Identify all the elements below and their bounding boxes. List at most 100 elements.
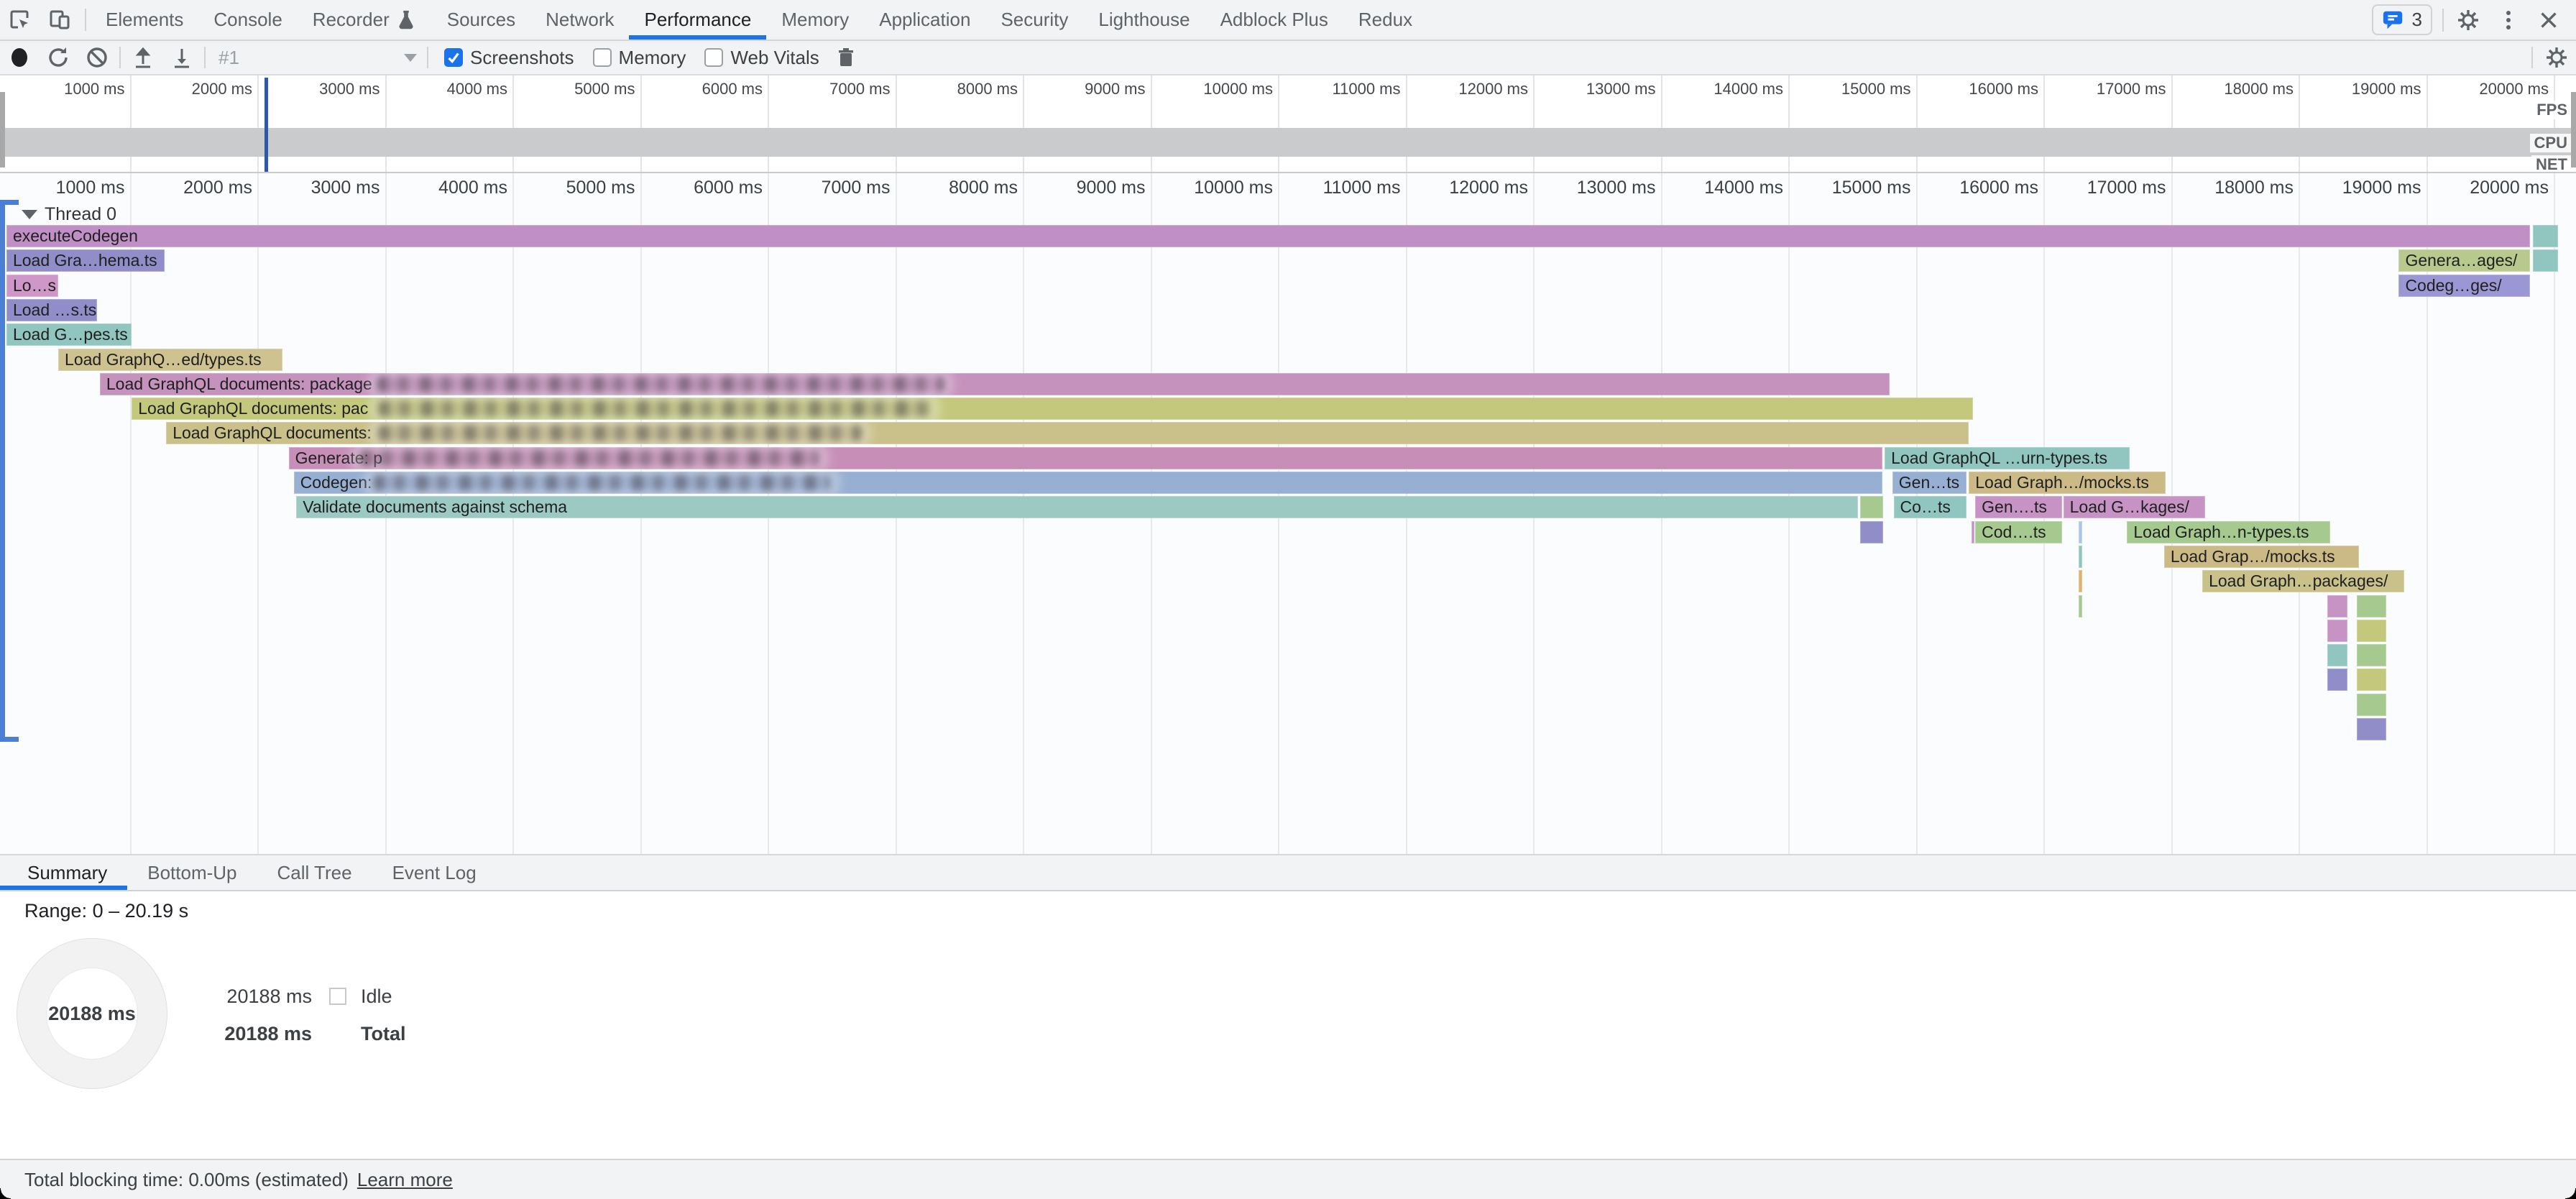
tab-console[interactable]: Console	[198, 0, 297, 40]
flame-bar[interactable]	[2079, 521, 2082, 543]
tab-label: Sources	[447, 9, 515, 31]
flame-bar[interactable]	[2533, 249, 2559, 272]
flame-bar[interactable]	[2327, 644, 2347, 666]
checkbox-screenshots[interactable]: Screenshots	[444, 47, 574, 69]
flame-bar-load-graphq-ed-types-ts[interactable]: Load GraphQ…ed/types.ts	[58, 349, 282, 371]
device-toolbar-button[interactable]	[40, 0, 80, 40]
flame-bar-codegen[interactable]: Codegen:	[294, 472, 1882, 494]
flame-bar-co-ts[interactable]: Co…ts	[1894, 496, 1966, 518]
tab-application[interactable]: Application	[864, 0, 985, 40]
flame-bar-gen-ts[interactable]: Gen….ts	[1975, 496, 2062, 518]
ruler-tick-label: 2000 ms	[134, 178, 252, 198]
divider	[427, 47, 428, 68]
tab-security[interactable]: Security	[985, 0, 1083, 40]
delete-recording-button[interactable]	[827, 40, 865, 75]
detail-tab-summary[interactable]: Summary	[0, 855, 127, 890]
inspect-element-button[interactable]	[0, 0, 40, 40]
tab-elements[interactable]: Elements	[91, 0, 198, 40]
reload-and-record-button[interactable]	[39, 40, 78, 75]
timeline-overview[interactable]: 1000 ms2000 ms3000 ms4000 ms5000 ms6000 …	[0, 75, 2576, 173]
record-button[interactable]	[0, 40, 39, 75]
flame-bar[interactable]	[1860, 496, 1883, 518]
ruler-tick-label: 1000 ms	[6, 178, 125, 198]
flame-bar-load-grap-mocks-ts[interactable]: Load Grap…/mocks.ts	[2164, 546, 2360, 568]
checkbox-web-vitals[interactable]: Web Vitals	[704, 47, 819, 69]
detail-tab-bottom-up[interactable]: Bottom-Up	[127, 855, 257, 890]
checkbox-memory[interactable]: Memory	[593, 47, 686, 69]
flame-bar[interactable]	[2357, 669, 2386, 691]
flame-bar[interactable]	[2357, 620, 2386, 642]
flame-bar-load-graphql-documents-pac[interactable]: Load GraphQL documents: pac	[132, 398, 1972, 420]
flame-bar[interactable]	[1972, 521, 1974, 543]
flame-bar-gen-ts[interactable]: Gen…ts	[1892, 472, 1966, 494]
flame-bar[interactable]	[2533, 225, 2559, 247]
flame-bar-load-graph-n-types-ts[interactable]: Load Graph…n-types.ts	[2127, 521, 2329, 543]
close-devtools-button[interactable]	[2529, 8, 2569, 32]
flame-bar-load-graphql-documents-package[interactable]: Load GraphQL documents: package	[100, 373, 1890, 395]
tab-redux[interactable]: Redux	[1343, 0, 1427, 40]
tab-network[interactable]: Network	[530, 0, 629, 40]
flame-bar-executecodegen[interactable]: executeCodegen	[6, 225, 2530, 247]
flame-bar[interactable]	[2357, 718, 2386, 740]
flame-bar[interactable]	[2357, 595, 2386, 617]
flame-bar[interactable]	[2327, 595, 2347, 617]
flame-bar[interactable]	[2327, 669, 2347, 691]
web vitals-checkbox-box[interactable]	[704, 48, 723, 67]
flame-bar-load-graph-mocks-ts[interactable]: Load Graph…/mocks.ts	[1969, 472, 2165, 494]
flame-bar-load-g-pes-ts[interactable]: Load G…pes.ts	[6, 323, 132, 346]
flame-chart[interactable]: 1000 ms2000 ms3000 ms4000 ms5000 ms6000 …	[0, 173, 2576, 854]
thread-header[interactable]: Thread 0	[22, 203, 116, 225]
flame-bar-generate-p[interactable]: Generate: p	[289, 447, 1882, 469]
flame-bar-load-graphql-documents[interactable]: Load GraphQL documents:	[166, 422, 1969, 444]
flame-bar-load-graph-packages[interactable]: Load Graph…packages/	[2202, 570, 2404, 592]
tab-performance[interactable]: Performance	[629, 0, 766, 40]
legend-value: 20188 ms	[168, 986, 312, 1008]
detail-tab-event-log[interactable]: Event Log	[372, 855, 497, 890]
flame-bar[interactable]	[2079, 595, 2082, 617]
history-dropdown[interactable]: #1	[208, 43, 424, 72]
capture-settings-button[interactable]	[2537, 40, 2576, 75]
load-profile-button[interactable]	[124, 40, 162, 75]
settings-button[interactable]	[2448, 7, 2488, 33]
flame-bar-load-s-ts[interactable]: Load …s.ts	[6, 299, 97, 321]
flask-icon	[395, 9, 417, 32]
flame-bar-validate-documents-against-schema[interactable]: Validate documents against schema	[296, 496, 1858, 518]
flame-bar-load-graphql-urn-types-ts[interactable]: Load GraphQL …urn-types.ts	[1885, 447, 2130, 469]
flame-bar-load-g-kages[interactable]: Load G…kages/	[2064, 496, 2205, 518]
gridline	[2554, 173, 2555, 854]
lane-label-net: NET	[2531, 155, 2572, 173]
learn-more-link[interactable]: Learn more	[357, 1169, 453, 1191]
legend-swatch[interactable]	[329, 988, 346, 1005]
tab-sources[interactable]: Sources	[432, 0, 530, 40]
divider	[204, 47, 206, 68]
flame-bar-label: Codeg…ges/	[2398, 275, 2530, 297]
overview-right-handle[interactable]	[2571, 92, 2576, 167]
device-icon	[47, 7, 73, 33]
tab-adblock-plus[interactable]: Adblock Plus	[1205, 0, 1343, 40]
tab-recorder[interactable]: Recorder	[298, 0, 432, 40]
flame-bar[interactable]	[2079, 546, 2082, 568]
flame-bar[interactable]	[2357, 644, 2386, 666]
screenshots-checkbox-box[interactable]	[444, 48, 463, 67]
save-profile-button[interactable]	[162, 40, 201, 75]
flame-bar[interactable]	[2327, 620, 2347, 642]
flame-bar-cod-ts[interactable]: Cod….ts	[1975, 521, 2062, 543]
flame-bar-label: executeCodegen	[6, 225, 2530, 247]
overview-gridline	[130, 75, 132, 173]
tab-memory[interactable]: Memory	[766, 0, 864, 40]
more-options-button[interactable]	[2488, 7, 2529, 33]
overview-left-handle[interactable]	[0, 92, 5, 167]
issues-counter[interactable]: 3	[2372, 4, 2432, 35]
memory-checkbox-box[interactable]	[593, 48, 612, 67]
flame-bar[interactable]	[1860, 521, 1883, 543]
flame-bar[interactable]	[2357, 694, 2386, 716]
detail-tab-call-tree[interactable]: Call Tree	[257, 855, 372, 890]
clear-recording-button[interactable]	[78, 40, 116, 75]
flame-bar[interactable]	[2079, 570, 2082, 592]
flame-bar-label: Load Grap…/mocks.ts	[2164, 546, 2360, 568]
flame-bar-codeg-ges[interactable]: Codeg…ges/	[2398, 275, 2530, 297]
flame-bar-lo-s[interactable]: Lo…s	[6, 275, 58, 297]
flame-bar-load-gra-hema-ts[interactable]: Load Gra…hema.ts	[6, 249, 165, 272]
tab-lighthouse[interactable]: Lighthouse	[1083, 0, 1205, 40]
flame-bar-genera-ages[interactable]: Genera…ages/	[2398, 249, 2530, 272]
